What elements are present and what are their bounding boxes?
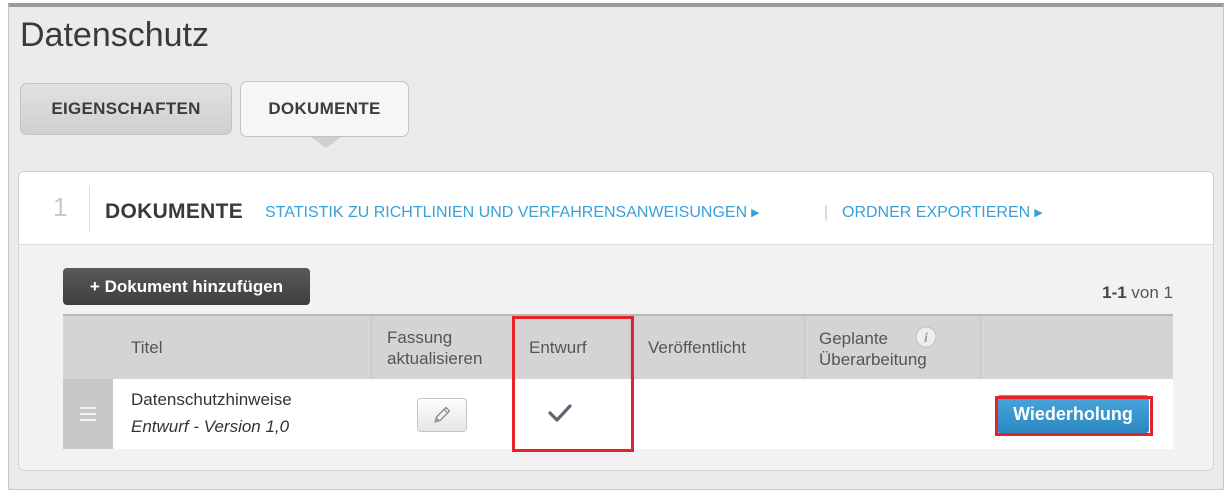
section-title: DOKUMENTE [105, 200, 244, 223]
column-label: Überarbeitung [819, 349, 927, 369]
column-label: Entwurf [529, 338, 587, 357]
column-header-draft[interactable]: Entwurf [529, 316, 587, 379]
arrow-right-icon: ▶ [1034, 207, 1043, 219]
column-header-update[interactable]: Fassung aktualisieren [387, 316, 482, 379]
review-button[interactable]: Wiederholung [997, 395, 1149, 433]
tab-eigenschaften[interactable]: EIGENSCHAFTEN [20, 83, 232, 135]
statistics-link[interactable]: STATISTIK ZU RICHTLINIEN UND VERFAHRENSA… [265, 204, 760, 222]
statistics-link-label: STATISTIK ZU RICHTLINIEN UND VERFAHRENSA… [265, 204, 748, 221]
document-version: Entwurf - Version 1,0 [131, 417, 290, 436]
export-folder-link[interactable]: ORDNER EXPORTIEREN ▶ [842, 204, 1043, 222]
column-divider [371, 316, 372, 379]
section-divider [89, 186, 90, 232]
column-divider [804, 316, 805, 379]
checkmark-icon [548, 404, 572, 422]
column-label: Veröffentlicht [648, 338, 746, 357]
add-document-button[interactable]: + Dokument hinzufügen [63, 268, 310, 305]
page-title: Datenschutz [20, 16, 209, 54]
table-row: Datenschutzhinweise Entwurf - Version 1,… [63, 379, 1173, 449]
table-header: Titel Fassung aktualisieren Entwurf Verö… [63, 314, 1173, 379]
column-header-published[interactable]: Veröffentlicht [648, 316, 746, 379]
tab-dokumente[interactable]: DOKUMENTE [240, 81, 409, 137]
documents-panel: 1 DOKUMENTE STATISTIK ZU RICHTLINIEN UND… [18, 171, 1214, 471]
arrow-right-icon: ▶ [751, 207, 760, 219]
link-separator: | [824, 204, 829, 221]
column-header-planned-revision[interactable]: Geplante i Überarbeitung [819, 316, 937, 379]
pager-total: von 1 [1126, 283, 1173, 302]
update-version-button[interactable] [417, 398, 467, 432]
column-header-title[interactable]: Titel [131, 316, 163, 379]
column-divider [980, 316, 981, 379]
column-label: Fassung [387, 327, 453, 347]
active-tab-pointer [311, 137, 341, 148]
document-title[interactable]: Datenschutzhinweise [131, 390, 292, 410]
info-icon[interactable]: i [915, 326, 937, 348]
column-label-line: Geplante i [819, 326, 937, 349]
column-divider [630, 316, 631, 379]
pencil-icon [434, 406, 451, 423]
column-label: Titel [131, 338, 163, 357]
pager-range: 1-1 [1102, 283, 1127, 302]
pagination-info: 1-1 von 1 [1102, 283, 1173, 303]
export-folder-link-label: ORDNER EXPORTIEREN [842, 204, 1031, 221]
drag-handle-icon[interactable] [63, 379, 113, 449]
svg-text:i: i [924, 331, 928, 346]
column-label: aktualisieren [387, 348, 483, 368]
column-divider [514, 316, 515, 379]
documents-table: Titel Fassung aktualisieren Entwurf Verö… [63, 314, 1173, 449]
column-label: Geplante [819, 328, 888, 348]
section-number: 1 [53, 192, 68, 222]
section-header: 1 DOKUMENTE STATISTIK ZU RICHTLINIEN UND… [19, 172, 1213, 245]
